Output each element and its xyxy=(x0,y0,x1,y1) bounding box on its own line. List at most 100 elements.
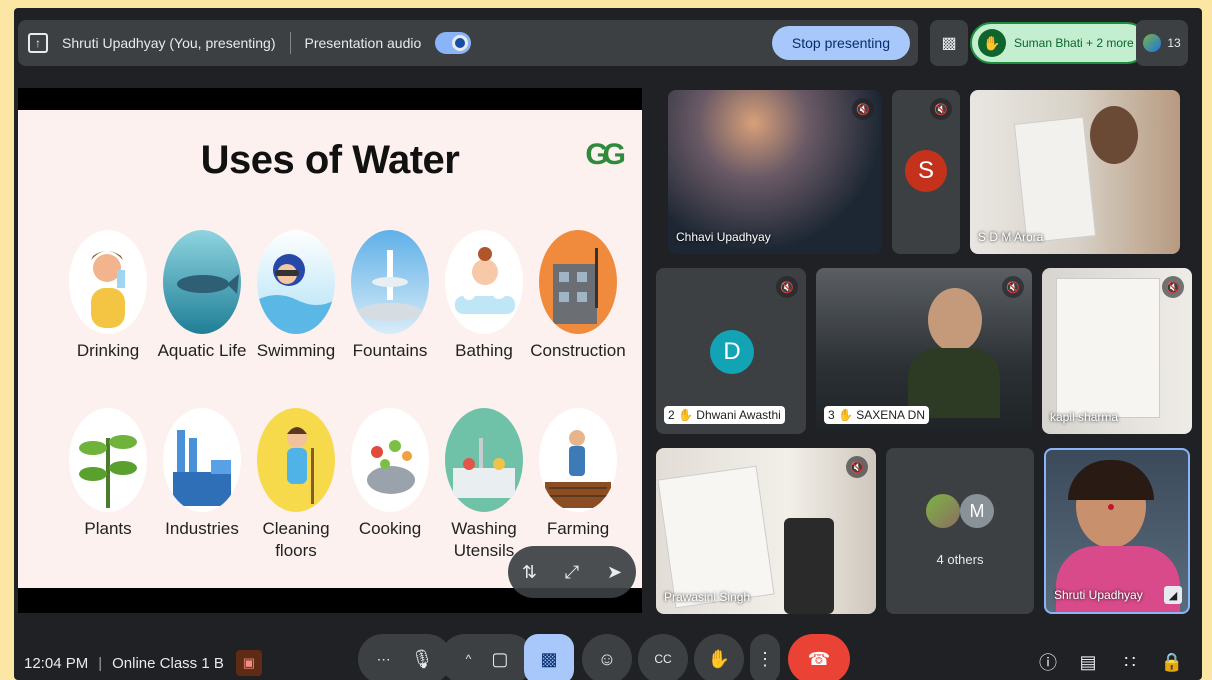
use-item-washing-utensils: Washing Utensils xyxy=(436,408,532,562)
activities-button[interactable]: ∷ xyxy=(1116,648,1144,676)
microphone-icon[interactable]: 🎙 xyxy=(411,649,434,670)
participant-thumbnail xyxy=(926,494,960,528)
slide-title: Uses of Water xyxy=(200,138,460,182)
others-tile[interactable]: M 4 others xyxy=(886,448,1034,614)
presenting-bar: ↑ Shruti Upadhyay (You, presenting) Pres… xyxy=(18,20,918,66)
use-item-drinking: Drinking xyxy=(60,230,156,362)
participant-name: Chhavi Upadhyay xyxy=(676,230,771,244)
bathing-illustration xyxy=(445,230,523,334)
clock-time: 12:04 PM xyxy=(24,654,89,672)
presentation-audio-toggle[interactable] xyxy=(435,32,472,54)
participant-avatars-icon xyxy=(1143,34,1162,52)
leave-call-button[interactable]: ☎ xyxy=(788,634,850,680)
chat-button[interactable]: ▤ xyxy=(1074,648,1102,676)
others-label: 4 others xyxy=(936,552,984,567)
gfg-logo: GG xyxy=(585,138,626,171)
use-item-plants: Plants xyxy=(60,408,156,540)
industries-illustration xyxy=(163,408,241,512)
participant-tile[interactable]: S D M Arora xyxy=(970,90,1180,254)
raised-hands-button[interactable]: ✋ Suman Bhati + 2 more xyxy=(970,22,1148,64)
participant-name-badge: 3 ✋ SAXENA DN xyxy=(824,406,929,424)
raise-hand-button[interactable]: ✋ xyxy=(694,634,744,680)
participant-tile[interactable]: 🔇 3 ✋ SAXENA DN xyxy=(816,268,1032,434)
camera-control[interactable]: ^ ▢ xyxy=(440,634,534,680)
notebook-page xyxy=(1013,116,1097,244)
use-label: Swimming xyxy=(256,341,336,360)
use-item-construction: Construction xyxy=(530,230,626,362)
pin-icon[interactable]: ◢ xyxy=(1164,586,1182,604)
use-item-fountains: Fountains xyxy=(342,230,438,362)
mic-muted-icon: 🔇 xyxy=(852,98,874,120)
participant-tile[interactable]: 🔇 D 2 ✋ Dhwani Awasthi xyxy=(656,268,806,434)
use-label: Plants xyxy=(84,519,132,538)
participant-name: S D M Arora xyxy=(978,230,1044,244)
chevron-up-icon[interactable]: ^ xyxy=(466,652,472,666)
mic-muted-icon: 🔇 xyxy=(776,276,798,298)
fountain-illustration xyxy=(351,230,429,334)
swap-icon[interactable]: ⇅ xyxy=(522,562,537,583)
participant-tile[interactable]: 🔇 Prawasini Singh xyxy=(656,448,876,614)
meeting-info: 12:04 PM | Online Class 1 B ▣ xyxy=(24,648,262,678)
more-vert-icon: ⋮ xyxy=(756,648,774,669)
camera-icon[interactable]: ▢ xyxy=(491,649,508,670)
use-label: Construction xyxy=(530,341,626,360)
use-label: Drinking xyxy=(76,341,140,360)
participant-avatar: S xyxy=(905,150,947,192)
use-item-cleaning-floors: Cleaning floors xyxy=(248,408,344,562)
aquatic-illustration xyxy=(163,230,241,334)
participant-name: SAXENA DN xyxy=(856,408,925,422)
present-screen-icon: ▩ xyxy=(540,648,558,669)
lock-person-icon: 🔒 xyxy=(1160,651,1184,672)
participant-count: 13 xyxy=(1167,36,1181,50)
use-label: Cleaning floors xyxy=(262,519,330,560)
presenter-label: Shruti Upadhyay (You, presenting) xyxy=(62,35,276,51)
presenter-body xyxy=(1056,546,1180,612)
captions-icon: CC xyxy=(654,652,672,666)
microphone-control[interactable]: ⋯ 🎙 xyxy=(358,634,452,680)
mic-muted-icon: 🔇 xyxy=(930,98,952,120)
present-button[interactable]: ▩ xyxy=(524,634,574,680)
room-icon[interactable]: ▣ xyxy=(235,650,262,676)
participants-button[interactable]: 13 xyxy=(1136,20,1188,66)
meeting-title: Online Class 1 B xyxy=(112,654,224,672)
end-call-icon: ☎ xyxy=(807,648,831,669)
use-item-bathing: Bathing xyxy=(436,230,532,362)
raised-hands-label: Suman Bhati + 2 more xyxy=(1014,36,1134,50)
participant-name-badge: 2 ✋ Dhwani Awasthi xyxy=(664,406,785,424)
presenter-hair xyxy=(1068,460,1154,500)
participant-name: Shruti Upadhyay xyxy=(1054,588,1143,602)
participant-avatar: M xyxy=(960,494,994,528)
camera-off-button[interactable]: ▩ xyxy=(930,20,968,66)
chair xyxy=(784,518,834,614)
reactions-button[interactable]: ☺ xyxy=(582,634,632,680)
camera-off-icon: ▩ xyxy=(941,35,957,52)
use-label: Aquatic Life xyxy=(157,341,247,360)
more-options-button[interactable]: ⋮ xyxy=(750,634,780,680)
participant-tile[interactable]: 🔇 Chhavi Upadhyay xyxy=(668,90,882,254)
stop-presenting-button[interactable]: Stop presenting xyxy=(771,26,910,60)
slide-toolbar: ⇅ ⤢ ➤ xyxy=(508,546,636,598)
chat-icon: ▤ xyxy=(1079,651,1097,672)
participant-name: Prawasini Singh xyxy=(664,590,751,604)
share-icon[interactable]: ➤ xyxy=(607,562,622,583)
drinking-illustration xyxy=(69,230,147,334)
participant-tile[interactable]: 🔇 kapil sharma xyxy=(1042,268,1192,434)
captions-button[interactable]: CC xyxy=(638,634,688,680)
self-view-tile[interactable]: Shruti Upadhyay ◢ xyxy=(1044,448,1190,614)
mic-muted-icon: 🔇 xyxy=(1002,276,1024,298)
use-label: Industries xyxy=(165,519,239,538)
participant-name: Dhwani Awasthi xyxy=(696,408,781,422)
participant-tile[interactable]: 🔇 S xyxy=(892,90,960,254)
mic-muted-icon: 🔇 xyxy=(846,456,868,478)
presentation-audio-label: Presentation audio xyxy=(304,35,422,51)
use-label: Bathing xyxy=(455,341,513,360)
fullscreen-icon[interactable]: ⤢ xyxy=(565,562,579,583)
cleaning-illustration xyxy=(257,408,335,512)
host-controls-button[interactable]: 🔒 xyxy=(1158,648,1186,676)
use-label: Farming xyxy=(546,519,610,538)
washing-illustration xyxy=(445,408,523,512)
cooking-illustration xyxy=(351,408,429,512)
participant-avatar: D xyxy=(710,330,754,374)
more-audio-options-icon[interactable]: ⋯ xyxy=(377,651,391,668)
meeting-details-button[interactable]: ⓘ xyxy=(1034,648,1062,676)
